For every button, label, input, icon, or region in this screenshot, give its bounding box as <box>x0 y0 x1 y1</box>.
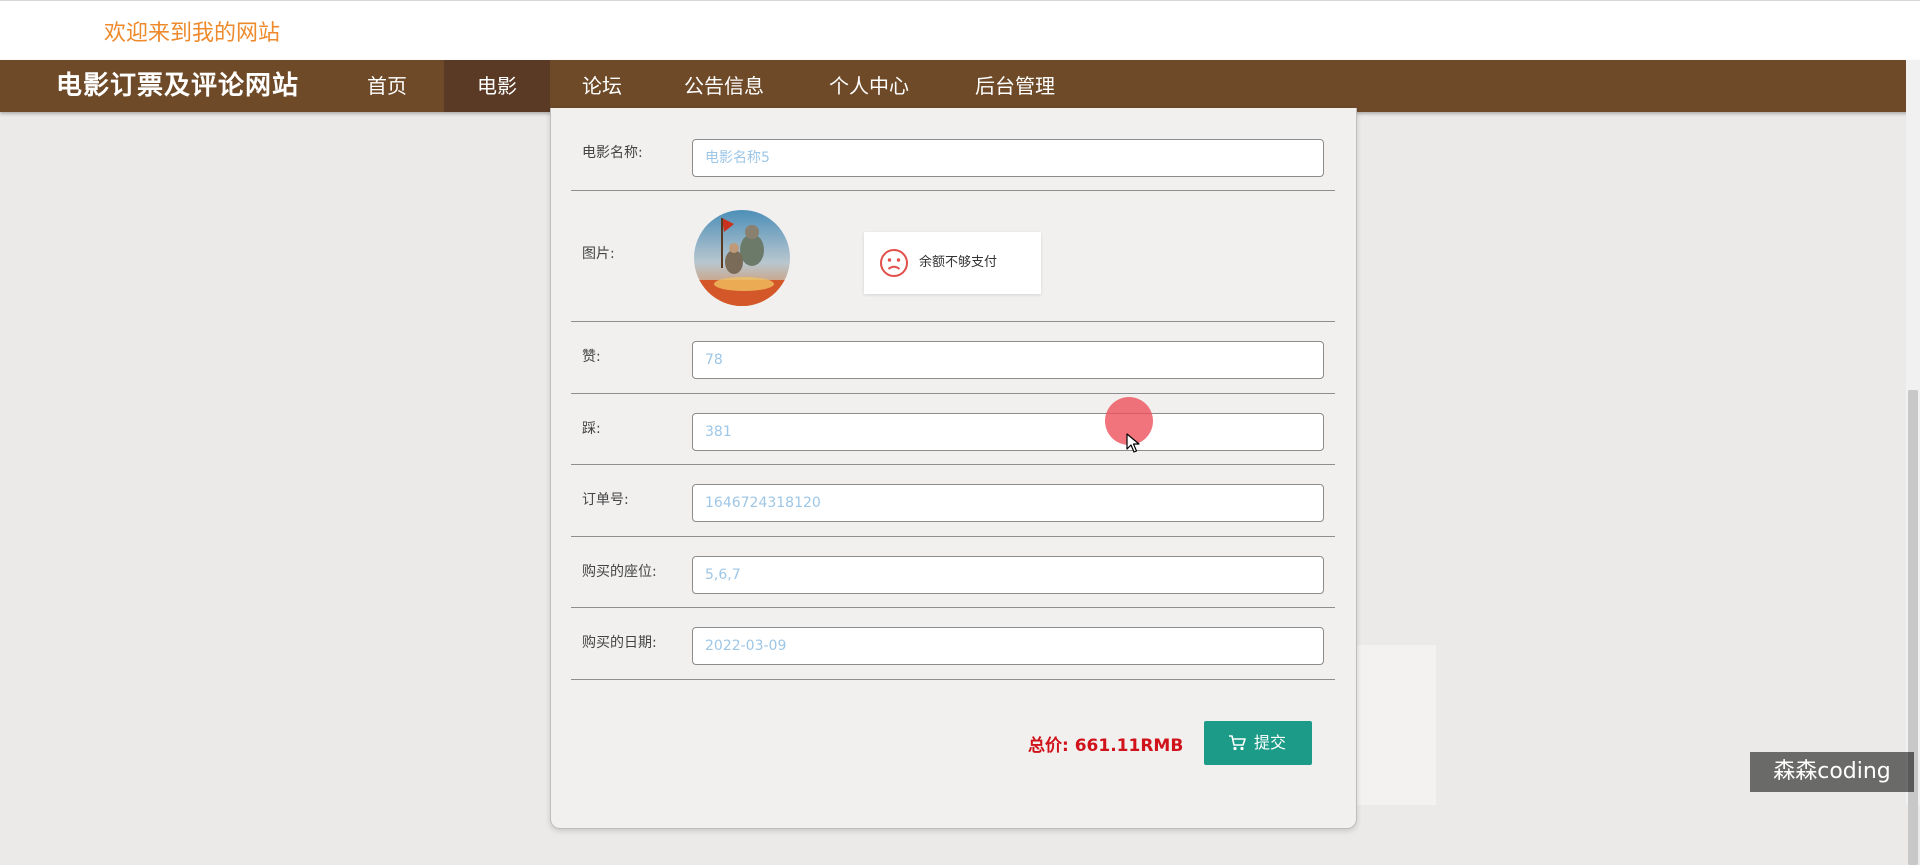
submit-button[interactable]: 提交 <box>1204 721 1312 765</box>
seats-label: 购买的座位: <box>582 564 657 580</box>
movie-name-input[interactable]: 电影名称5 <box>692 139 1324 177</box>
sad-face-icon <box>879 248 909 282</box>
date-input[interactable]: 2022-03-09 <box>692 627 1324 665</box>
main-navbar: 电影订票及评论网站 首页 电影 论坛 公告信息 个人中心 后台管理 <box>0 60 1920 112</box>
date-label: 购买的日期: <box>582 635 657 651</box>
dislikes-label: 踩: <box>582 421 601 437</box>
form-row-date: 购买的日期: 2022-03-09 <box>571 608 1335 680</box>
top-bar: 欢迎来到我的网站 <box>0 0 1920 60</box>
order-number-input[interactable]: 1646724318120 <box>692 484 1324 522</box>
likes-label: 赞: <box>582 349 601 365</box>
picture-label: 图片: <box>582 246 615 262</box>
form-row-order-number: 订单号: 1646724318120 <box>571 465 1335 537</box>
form-row-dislikes: 踩: 381 <box>571 394 1335 465</box>
nav-item-notices[interactable]: 公告信息 <box>654 60 794 112</box>
nav-item-home[interactable]: 首页 <box>336 60 438 112</box>
balance-insufficient-toast: 余额不够支付 <box>864 232 1041 294</box>
toast-message: 余额不够支付 <box>919 255 998 270</box>
order-form-card: 电影名称: 电影名称5 图片: 余额不够支付 赞: 78 踩: 381 订单号:… <box>550 108 1357 829</box>
form-row-movie-name: 电影名称: 电影名称5 <box>571 108 1335 191</box>
welcome-text: 欢迎来到我的网站 <box>104 21 281 46</box>
seats-input[interactable]: 5,6,7 <box>692 556 1324 594</box>
nav-item-forum[interactable]: 论坛 <box>550 60 654 112</box>
side-panel <box>1346 645 1436 805</box>
nav-item-admin[interactable]: 后台管理 <box>944 60 1086 112</box>
dislikes-input[interactable]: 381 <box>692 413 1324 451</box>
nav-item-movies[interactable]: 电影 <box>444 60 550 112</box>
scrollbar-thumb[interactable] <box>1908 390 1918 865</box>
submit-label: 提交 <box>1254 733 1287 752</box>
site-brand[interactable]: 电影订票及评论网站 <box>56 60 299 112</box>
movie-poster-image <box>694 210 790 306</box>
form-row-seats: 购买的座位: 5,6,7 <box>571 537 1335 608</box>
likes-input[interactable]: 78 <box>692 341 1324 379</box>
form-row-likes: 赞: 78 <box>571 322 1335 394</box>
nav-item-personal-center[interactable]: 个人中心 <box>798 60 940 112</box>
cart-icon <box>1228 735 1246 755</box>
mouse-cursor-icon <box>1126 433 1140 457</box>
movie-name-label: 电影名称: <box>582 145 643 161</box>
page-scrollbar[interactable] <box>1906 60 1920 865</box>
order-number-label: 订单号: <box>582 492 629 508</box>
watermark: 森森coding <box>1750 752 1914 792</box>
total-price: 总价: 661.11RMB <box>1028 736 1184 756</box>
